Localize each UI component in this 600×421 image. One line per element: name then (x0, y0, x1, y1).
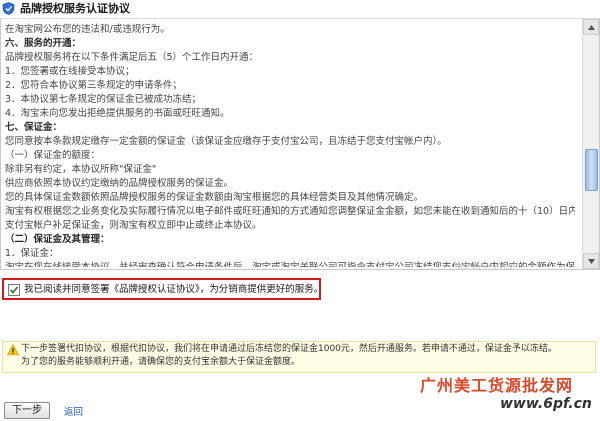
agreement-scroll-area[interactable]: 在淘宝网公布您的违法和/或违规行为。 六、服务的开通： 品牌授权服务将在以下条件满足… (0, 19, 600, 270)
agreement-line: 七、保证金： (5, 122, 63, 133)
scroll-up-button[interactable] (583, 19, 599, 35)
agreement-text: 在淘宝网公布您的违法和/或违规行为。 六、服务的开通： 品牌授权服务将在以下条件满足… (5, 23, 575, 267)
shield-icon (2, 2, 15, 15)
notice-line-2: 为了您的服务能够顺利开通，请确保您的支付宝余额大于保证金额度。 (21, 357, 301, 367)
agreement-line: 您的具体保证金数额依照品牌授权服务的保证金数额由淘宝根据您的具体经营类目及其他情… (5, 192, 424, 203)
agree-label: 我已阅读并同意签署《品牌授权认证协议》，为分销商提供更好的服务。 (24, 284, 324, 295)
agreement-line: 3．本协议第七条规定的保证金已被成功冻结； (5, 94, 202, 105)
agree-checkbox-row[interactable]: 我已阅读并同意签署《品牌授权认证协议》，为分销商提供更好的服务。 (2, 278, 324, 300)
agreement-line: 六、服务的开通： (5, 38, 82, 49)
vertical-scrollbar[interactable] (582, 19, 599, 269)
agreement-line: 2．您符合本协议第三条规定的申请条件； (5, 80, 183, 91)
agreement-line: 4．淘宝未向您发出拒绝提供服务的书面或旺旺通知。 (5, 108, 230, 119)
notice-line-1: 下一步签署代扣协议，根据代扣协议，我们将在申请通过后冻结您的保证金1000元，然… (21, 344, 557, 354)
agreement-line: 供应商依照本协议约定缴纳的品牌授权服务的保证金。 (5, 178, 234, 189)
window-title: 品牌授权服务认证协议 (20, 2, 130, 15)
next-step-button[interactable]: 下一步 (4, 402, 50, 419)
scroll-down-button[interactable] (583, 253, 599, 269)
scrollbar-thumb[interactable] (585, 149, 598, 191)
agreement-line: 除非另有约定，本协议所称"保证金" (5, 164, 157, 175)
notice-box: 下一步签署代扣协议，根据代扣协议，我们将在申请通过后冻结您的保证金1000元，然… (2, 341, 596, 373)
chevron-up-icon (588, 25, 595, 30)
agreement-line: （一）保证金的额度： (5, 150, 101, 161)
warning-icon (7, 344, 19, 356)
agreement-line: 品牌授权服务将在以下条件满足后五（5）个工作日内开通： (5, 52, 259, 63)
agreement-line: 您同意按本条款规定缴存一定金额的保证金（该保证金应缴存于支付宝公司，且冻结于您支… (5, 136, 447, 147)
checkmark-icon (9, 286, 19, 294)
watermark-text: Meitee.com (457, 262, 516, 270)
title-bar: 品牌授权服务认证协议 (0, 0, 600, 19)
agreement-line: 1．保证金： (5, 248, 59, 259)
agreement-line: 1．您签署或在线接受本协议； (5, 66, 135, 77)
watermark-text: www.6pf.cn (500, 396, 592, 412)
agreement-line: 在淘宝网公布您的违法和/或违规行为。 (5, 24, 170, 35)
watermark-text: 广州美工货源批发网 (420, 376, 574, 395)
agree-checkbox[interactable] (8, 284, 20, 296)
chevron-down-icon (588, 259, 595, 264)
agreement-line: （二）保证金及其管理： (5, 234, 110, 245)
agreement-line: 支付宝帐户补足保证金，则淘宝有权立即中止或终止本协议。 (5, 220, 262, 231)
agreement-line: 淘宝有权根据您之业务变化及实际履行情况以电子邮件或旺旺通知的方式通知您调整保证金… (5, 206, 575, 217)
back-link[interactable]: 返回 (64, 404, 83, 418)
